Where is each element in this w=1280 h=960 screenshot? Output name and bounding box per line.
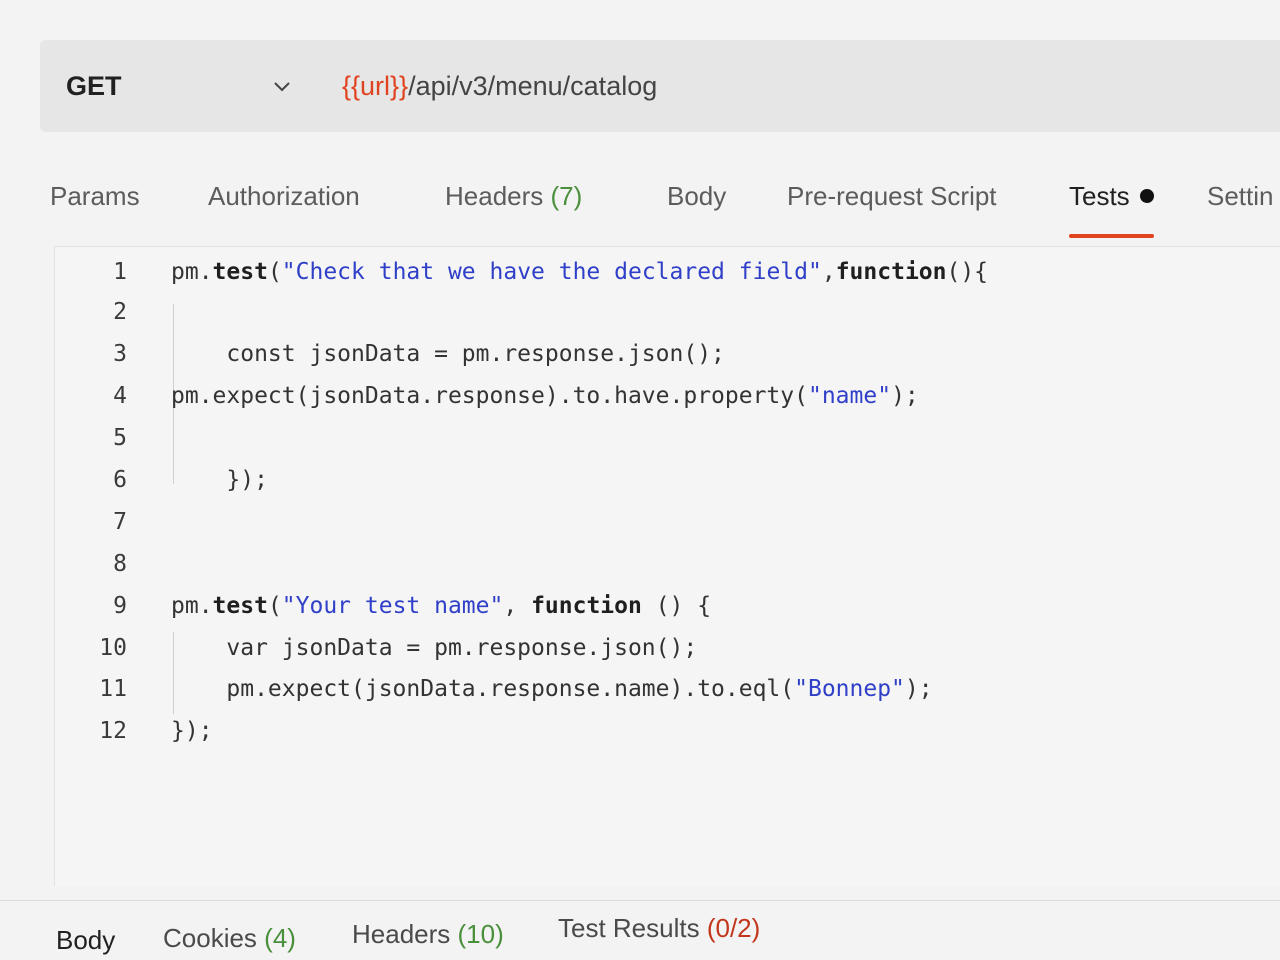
code-token: function <box>531 592 642 619</box>
code-token: ); <box>891 382 919 409</box>
code-token: ); <box>904 675 933 702</box>
code-line: 7 <box>55 501 1280 542</box>
line-number: 7 <box>113 508 127 535</box>
code-token: function <box>835 258 947 285</box>
method-label: GET <box>66 70 122 101</box>
code-line: 4 pm.expect(jsonData.response).to.have.pr… <box>55 375 1280 416</box>
tab-pre-request-label: Pre-request Script <box>787 180 997 211</box>
code-token: pm. <box>171 592 213 619</box>
line-number: 11 <box>99 675 127 702</box>
code-line: 1 pm.test("Check that we have the declare… <box>55 251 1280 292</box>
postman-request-page: GET {{url}}/api/v3/menu/catalog Params A… <box>0 0 1280 960</box>
line-number: 3 <box>113 340 127 367</box>
tab-headers[interactable]: Headers (7) <box>445 150 582 242</box>
url-variable: {{url}} <box>342 70 409 101</box>
line-number: 8 <box>113 550 127 577</box>
response-tab-body[interactable]: Body <box>56 925 115 956</box>
code-text: }); <box>171 718 213 744</box>
code-token: (){ <box>946 258 989 285</box>
code-line: 3 const jsonData = pm.response.json(); <box>55 333 1280 374</box>
code-token: pm.expect(jsonData.response.name).to.eql… <box>171 675 795 702</box>
request-tabs: Params Authorization Headers (7) Body Pr… <box>0 150 1280 242</box>
code-token: pm.expect(jsonData.response).to.have.pro… <box>171 382 808 409</box>
line-number: 12 <box>99 717 127 744</box>
code-token: const jsonData = pm.response.json(); <box>171 340 725 367</box>
method-select[interactable]: GET <box>40 71 300 102</box>
tab-tests[interactable]: Tests <box>1069 150 1154 242</box>
code-token: , <box>503 592 532 619</box>
tab-settings[interactable]: Settin <box>1207 150 1274 242</box>
code-token: }); <box>171 717 213 744</box>
chevron-down-icon <box>274 82 290 92</box>
code-token: ( <box>267 592 282 619</box>
code-token: "Your test name" <box>281 592 504 619</box>
tab-pre-request-script[interactable]: Pre-request Script <box>787 150 997 242</box>
code-line: 11 pm.expect(jsonData.response.name).to.… <box>55 668 1280 709</box>
code-token: test <box>212 592 268 619</box>
response-tab-headers-label: Headers <box>352 919 451 949</box>
code-text: var jsonData = pm.response.json(); <box>171 635 697 661</box>
code-line: 12}); <box>55 710 1280 751</box>
code-text: pm.test("Your test name", function () { <box>171 593 711 619</box>
tab-authorization-label: Authorization <box>208 180 360 211</box>
code-text: pm.expect(jsonData.response).to.have.pro… <box>171 383 919 409</box>
tab-authorization[interactable]: Authorization <box>208 150 360 242</box>
code-line: 9 pm.test("Your test name", function () { <box>55 585 1280 626</box>
code-line: 6 }); <box>55 459 1280 500</box>
response-tab-test-results-count: (0/2) <box>706 913 761 943</box>
line-number: 10 <box>99 634 127 661</box>
code-token: "name" <box>807 382 892 409</box>
response-tab-cookies-count: (4) <box>264 923 296 953</box>
response-tab-test-results[interactable]: Test Results (0/2) <box>558 913 760 944</box>
tab-body-label: Body <box>667 180 727 211</box>
tab-headers-count: (7) <box>550 180 583 211</box>
code-line: 5 <box>55 417 1280 458</box>
tab-headers-label: Headers <box>445 180 544 211</box>
line-number: 1 <box>113 258 127 285</box>
url-path: /api/v3/menu/catalog <box>408 70 658 101</box>
code-token: () { <box>641 592 712 619</box>
code-token: var jsonData = pm.response.json(); <box>171 634 698 661</box>
code-text: const jsonData = pm.response.json(); <box>171 341 725 367</box>
code-text: pm.test("Check that we have the declared… <box>171 259 988 285</box>
line-number: 5 <box>113 424 127 451</box>
tests-code-editor[interactable]: 1 pm.test("Check that we have the declare… <box>54 246 1280 886</box>
tab-tests-label: Tests <box>1069 180 1130 211</box>
url-input[interactable]: {{url}}/api/v3/menu/catalog <box>342 62 657 110</box>
response-tab-body-label: Body <box>56 925 116 955</box>
response-tab-headers-count: (10) <box>457 919 504 949</box>
dot-icon <box>1139 189 1154 203</box>
response-tab-cookies[interactable]: Cookies (4) <box>163 923 296 954</box>
code-token: , <box>821 258 836 285</box>
request-bar: GET {{url}}/api/v3/menu/catalog <box>40 40 1280 132</box>
line-number: 6 <box>113 466 127 493</box>
code-token: pm. <box>171 258 213 285</box>
tab-params[interactable]: Params <box>50 150 140 242</box>
line-number: 4 <box>113 382 127 409</box>
response-tab-test-results-label: Test Results <box>558 913 700 943</box>
response-tab-cookies-label: Cookies <box>163 923 257 953</box>
code-token: "Bonnep" <box>794 675 905 702</box>
line-number: 2 <box>113 298 127 325</box>
code-line: 10 var jsonData = pm.response.json(); <box>55 627 1280 668</box>
code-line: 8 <box>55 543 1280 584</box>
response-tabs: Body Cookies (4) Headers (10) Test Resul… <box>0 900 1280 960</box>
response-tab-headers[interactable]: Headers (10) <box>352 919 504 950</box>
code-token: test <box>212 258 268 285</box>
code-text: pm.expect(jsonData.response.name).to.eql… <box>171 675 933 702</box>
line-number: 9 <box>113 592 127 619</box>
code-token: "Check that we have the declared field" <box>281 258 822 285</box>
code-line: 2 <box>55 291 1280 332</box>
code-token: }); <box>171 466 268 493</box>
tab-settings-label: Settin <box>1207 180 1274 211</box>
tab-body[interactable]: Body <box>667 150 726 242</box>
tab-params-label: Params <box>50 180 140 211</box>
code-text: }); <box>171 467 268 493</box>
code-token: ( <box>267 258 282 285</box>
